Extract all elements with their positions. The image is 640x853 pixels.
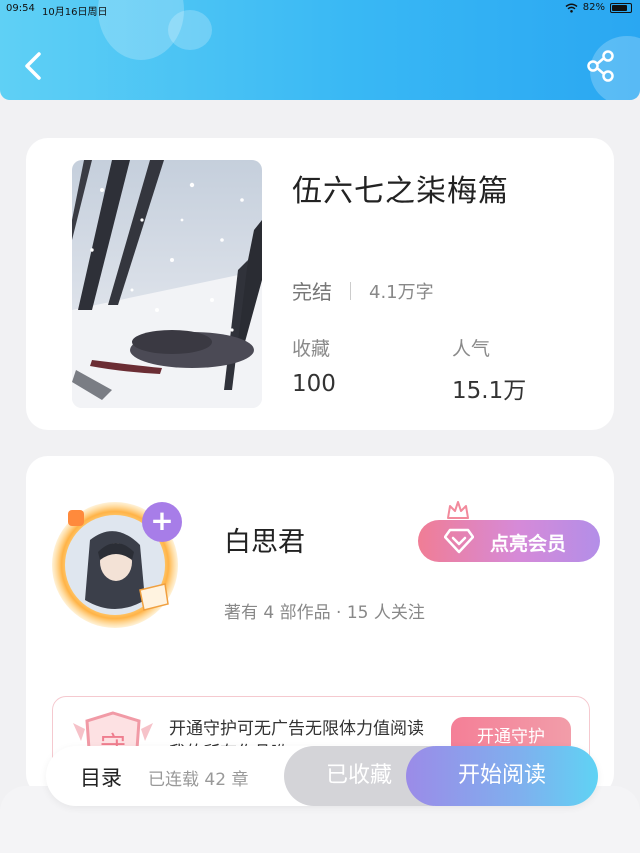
stat-label: 人气: [452, 338, 491, 360]
chevron-left-icon: [25, 52, 41, 80]
battery-icon: [610, 2, 632, 13]
crown-icon: [447, 501, 469, 519]
divider: [350, 281, 351, 300]
share-button[interactable]: [584, 48, 618, 84]
start-reading-button[interactable]: 开始阅读: [406, 746, 598, 806]
serial-status: 已连载 42 章: [148, 770, 249, 790]
author-card: + 白思君 点亮会员 著有 4 部作品 · 15 人关注 守 开通守护可无广告无…: [26, 456, 614, 796]
follow-button[interactable]: +: [142, 502, 182, 542]
word-count: 4.1万字: [369, 281, 434, 303]
stat-popularity: 人气 15.1万: [452, 334, 526, 405]
book-status-line: 完结 4.1万字: [292, 276, 434, 305]
toc-button[interactable]: 目录: [80, 762, 122, 792]
share-icon: [587, 50, 614, 82]
vip-button[interactable]: 点亮会员: [418, 520, 600, 562]
diamond-icon: [444, 528, 474, 554]
status-date: 10月16日周日: [42, 7, 108, 18]
stat-value: 100: [292, 371, 336, 397]
stat-favorites: 收藏 100: [292, 334, 336, 397]
book-info-card: 伍六七之柒梅篇 完结 4.1万字 收藏 100 人气 15.1万: [26, 138, 614, 430]
action-bar: 目录 已连载 42 章 已收藏 开始阅读: [46, 746, 598, 806]
plus-icon: +: [150, 504, 174, 537]
top-header: 09:54 10月16日周日 82%: [0, 0, 640, 100]
author-name: 白思君: [224, 527, 305, 558]
wifi-icon: [565, 3, 578, 13]
back-button[interactable]: [18, 48, 52, 84]
book-status: 完结: [292, 280, 332, 304]
status-time: 09:54: [6, 3, 35, 14]
stat-label: 收藏: [292, 338, 331, 360]
vip-button-label: 点亮会员: [490, 533, 567, 555]
status-bar: 09:54 10月16日周日 82%: [0, 0, 640, 18]
book-title: 伍六七之柒梅篇: [292, 174, 509, 209]
book-cover[interactable]: [72, 160, 262, 408]
battery-percent: 82%: [582, 2, 605, 13]
status-indicators: 82%: [565, 2, 632, 13]
stat-value: 15.1万: [452, 378, 527, 404]
cover-image: [72, 160, 262, 408]
author-meta: 著有 4 部作品 · 15 人关注: [224, 603, 425, 623]
